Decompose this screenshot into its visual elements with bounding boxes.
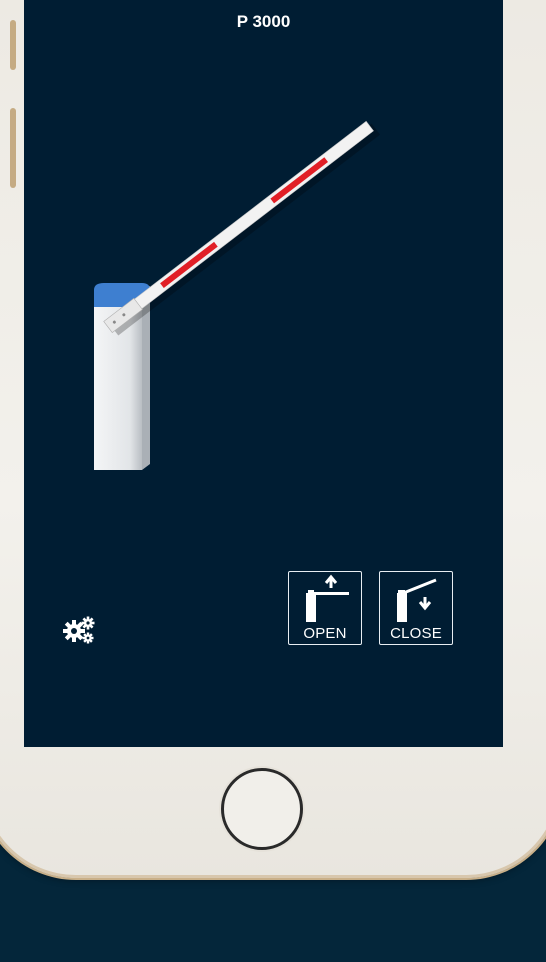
- volume-up-button: [10, 20, 16, 70]
- home-button[interactable]: [221, 768, 303, 850]
- gears-icon[interactable]: [62, 615, 96, 645]
- close-label: CLOSE: [390, 625, 442, 642]
- open-label: OPEN: [303, 625, 347, 642]
- phone-frame: P 3000 OPEN CLOSE: [0, 0, 546, 878]
- barrier-close-icon: [397, 578, 437, 622]
- barrier-illustration: [94, 120, 381, 470]
- volume-down-button: [10, 108, 16, 188]
- app-screen: P 3000 OPEN CLOSE: [24, 0, 503, 747]
- barrier-open-icon: [306, 574, 349, 622]
- barrier-boom: [103, 120, 381, 336]
- close-button[interactable]: CLOSE: [379, 571, 453, 645]
- open-button[interactable]: OPEN: [288, 571, 362, 645]
